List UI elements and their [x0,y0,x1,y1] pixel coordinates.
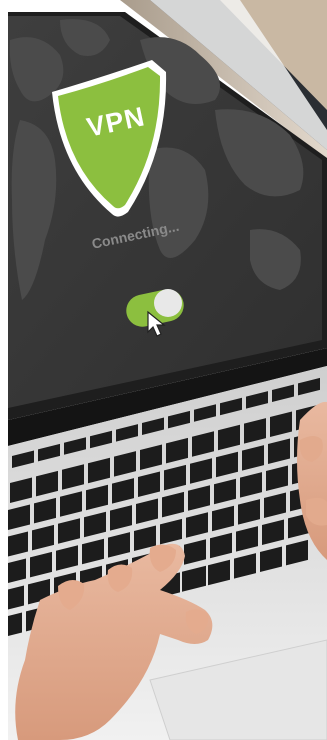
photo-scene [0,0,327,740]
